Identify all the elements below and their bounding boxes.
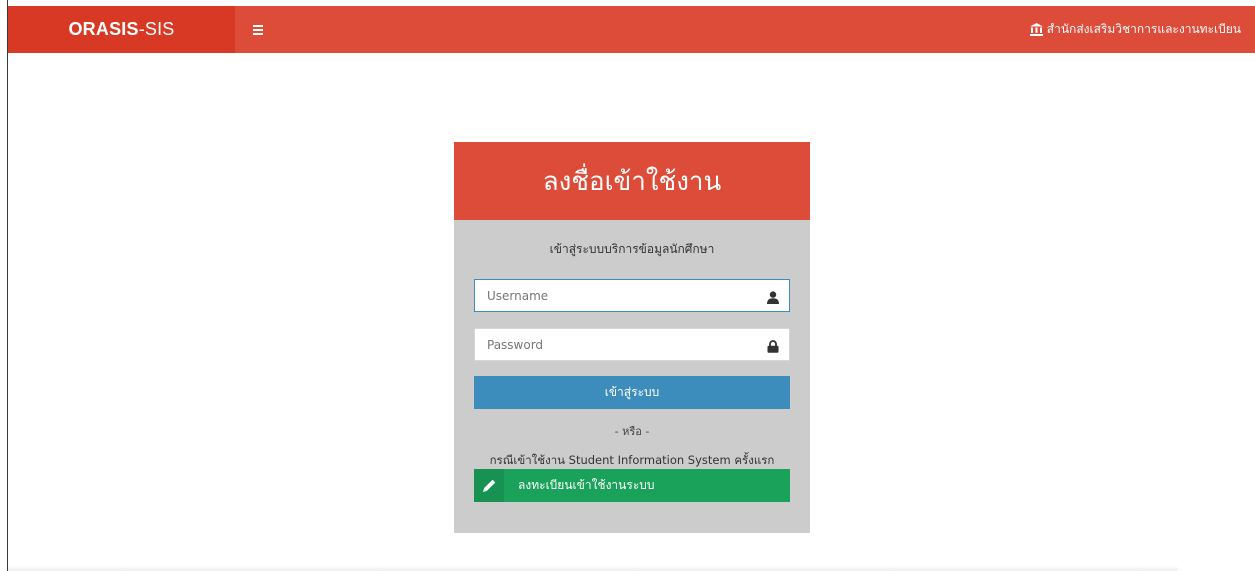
login-title: ลงชื่อเข้าใช้งาน — [454, 142, 810, 220]
password-field — [474, 328, 790, 361]
username-field — [474, 279, 790, 312]
brand-name-bold: ORASIS — [68, 19, 139, 39]
or-divider: - หรือ - — [614, 425, 650, 438]
window-edge — [7, 0, 8, 571]
password-input[interactable] — [475, 329, 767, 360]
university-icon — [1029, 23, 1043, 36]
login-subtitle: เข้าสู่ระบบบริการข้อมูลนักศึกษา — [549, 242, 715, 256]
pencil-icon — [474, 469, 504, 502]
lock-icon — [767, 338, 779, 353]
login-button[interactable]: เข้าสู่ระบบ — [474, 376, 790, 409]
org-name: สำนักส่งเสริมวิชาการและงานทะเบียน — [1046, 22, 1241, 36]
hamburger-icon — [253, 23, 263, 37]
login-box: ลงชื่อเข้าใช้งาน เข้าสู่ระบบบริการข้อมูล… — [454, 142, 810, 533]
org-link[interactable]: สำนักส่งเสริมวิชาการและงานทะเบียน — [1029, 6, 1241, 53]
page-bottom-shadow — [8, 566, 1178, 571]
register-label: ลงทะเบียนเข้าใช้งานระบบ — [518, 478, 655, 492]
register-button[interactable]: ลงทะเบียนเข้าใช้งานระบบ — [474, 469, 790, 502]
sidebar-toggle-button[interactable] — [235, 6, 281, 53]
page: ORASIS -SIS สำนักส่งเสริมวิชาการและงานทะเ… — [0, 0, 1255, 571]
top-navbar: ORASIS -SIS สำนักส่งเสริมวิชาการและงานทะเ… — [8, 6, 1255, 53]
first-time-notice: กรณีเข้าใช้งาน Student Information Syste… — [489, 453, 775, 467]
brand-name-light: -SIS — [138, 19, 175, 39]
user-icon — [767, 289, 779, 304]
brand-logo[interactable]: ORASIS -SIS — [8, 6, 235, 53]
username-input[interactable] — [475, 280, 767, 311]
